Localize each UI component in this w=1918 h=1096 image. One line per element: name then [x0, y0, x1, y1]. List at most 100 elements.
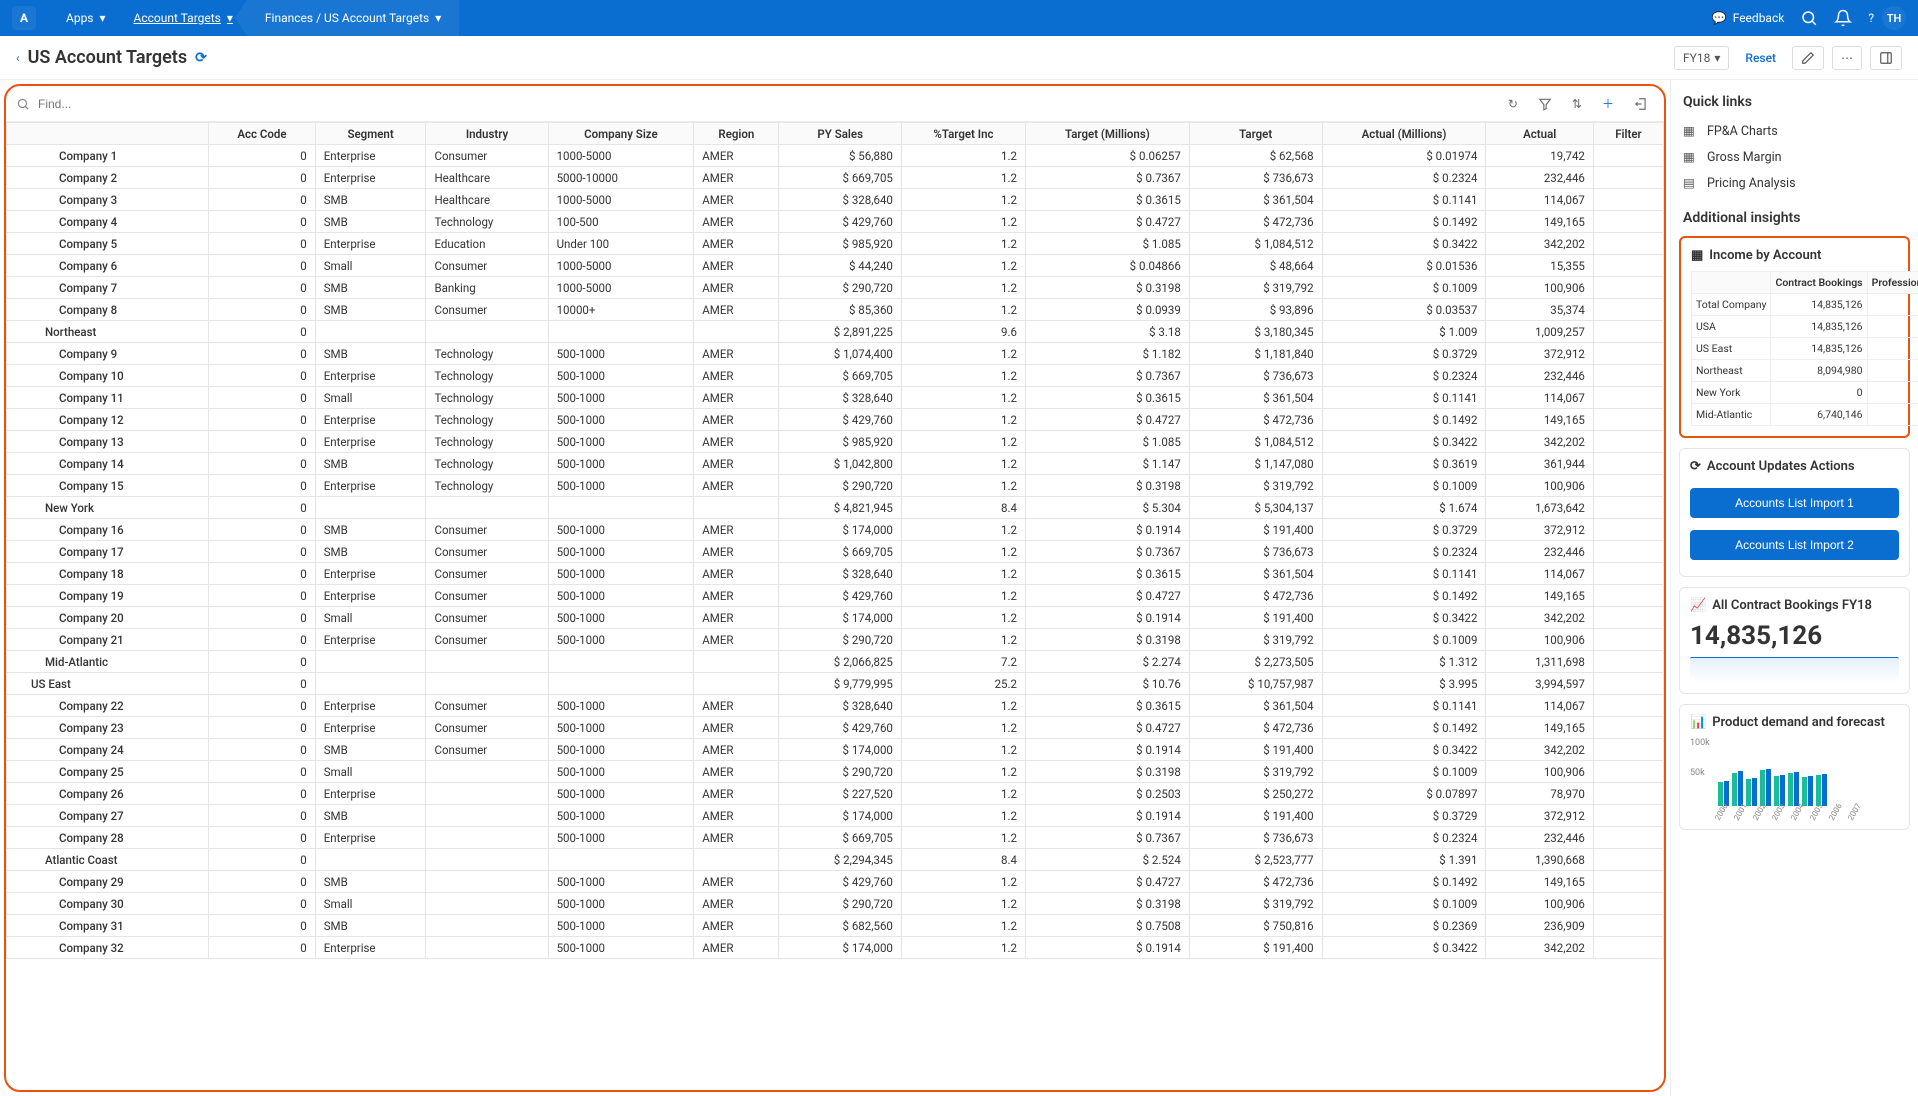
table-row[interactable]: Company 150EnterpriseTechnology500-1000A…	[7, 475, 1664, 497]
income-table[interactable]: Contract BookingsProfessional ServicesTo…	[1691, 271, 1918, 426]
table-row[interactable]: Company 210EnterpriseConsumer500-1000AME…	[7, 629, 1664, 651]
chat-icon: 💬	[1712, 11, 1727, 25]
link-icon: ▦	[1683, 123, 1699, 139]
income-row[interactable]: Northeast8,094,98018,750,768	[1692, 360, 1918, 382]
table-row[interactable]: Company 70SMBBanking1000-5000AMER$ 290,7…	[7, 277, 1664, 299]
more-button[interactable]: ⋯	[1832, 46, 1862, 70]
panel-toggle-button[interactable]	[1870, 46, 1902, 70]
table-row[interactable]: Mid-Atlantic0$ 2,066,8257.2$ 2.274$ 2,27…	[7, 651, 1664, 673]
table-row[interactable]: Company 60SmallConsumer1000-5000AMER$ 44…	[7, 255, 1664, 277]
table-row[interactable]: Atlantic Coast0$ 2,294,3458.4$ 2.524$ 2,…	[7, 849, 1664, 871]
app-logo[interactable]: A	[12, 6, 36, 30]
table-row[interactable]: Company 240SMBConsumer500-1000AMER$ 174,…	[7, 739, 1664, 761]
column-header[interactable]: Target (Millions)	[1026, 123, 1190, 145]
help-icon[interactable]: ?	[1868, 11, 1874, 25]
table-row[interactable]: Company 170SMBConsumer500-1000AMER$ 669,…	[7, 541, 1664, 563]
table-row[interactable]: Company 130EnterpriseTechnology500-1000A…	[7, 431, 1664, 453]
table-row[interactable]: Company 280Enterprise500-1000AMER$ 669,7…	[7, 827, 1664, 849]
nav-apps[interactable]: Apps ▾	[52, 0, 120, 36]
table-row[interactable]: Company 310SMB500-1000AMER$ 682,5601.2$ …	[7, 915, 1664, 937]
column-header[interactable]: Industry	[426, 123, 548, 145]
column-header[interactable]: Filter	[1593, 123, 1663, 145]
table-row[interactable]: Company 110SmallTechnology500-1000AMER$ …	[7, 387, 1664, 409]
income-row[interactable]: New York00	[1692, 382, 1918, 404]
search-icon[interactable]	[1800, 9, 1818, 27]
sidebar-icon	[1879, 51, 1893, 65]
table-row[interactable]: Company 320Enterprise500-1000AMER$ 174,0…	[7, 937, 1664, 959]
column-header[interactable]: Actual	[1486, 123, 1593, 145]
income-row[interactable]: US East14,835,12636,216,714	[1692, 338, 1918, 360]
additional-insights-title: Additional insights	[1677, 210, 1912, 226]
breadcrumb-label: Finances / US Account Targets	[265, 11, 429, 25]
column-header[interactable]: Actual (Millions)	[1322, 123, 1486, 145]
add-icon[interactable]: ＋	[1596, 95, 1620, 112]
contract-bookings-card: 📈 All Contract Bookings FY18 14,835,126	[1679, 587, 1910, 694]
table-row[interactable]: New York0$ 4,821,9458.4$ 5.304$ 5,304,13…	[7, 497, 1664, 519]
back-button[interactable]: ‹	[16, 51, 20, 65]
table-row[interactable]: Company 120EnterpriseTechnology500-1000A…	[7, 409, 1664, 431]
table-row[interactable]: Company 20EnterpriseHealthcare5000-10000…	[7, 167, 1664, 189]
data-grid[interactable]: Acc CodeSegmentIndustryCompany SizeRegio…	[6, 122, 1664, 1090]
income-row[interactable]: Mid-Atlantic6,740,14617,465,946	[1692, 404, 1918, 426]
table-row[interactable]: Company 250Small500-1000AMER$ 290,7201.2…	[7, 761, 1664, 783]
table-row[interactable]: Company 80SMBConsumer10000+AMER$ 85,3601…	[7, 299, 1664, 321]
column-header[interactable]: PY Sales	[779, 123, 901, 145]
sort-icon[interactable]: ⇅	[1566, 97, 1588, 111]
breadcrumb[interactable]: Finances / US Account Targets ▾	[247, 0, 459, 36]
product-demand-card: 📊 Product demand and forecast 100k 50k 2…	[1679, 704, 1910, 830]
table-row[interactable]: Company 270SMB500-1000AMER$ 174,0001.2$ …	[7, 805, 1664, 827]
avatar[interactable]: TH	[1882, 6, 1906, 30]
table-row[interactable]: Company 190EnterpriseConsumer500-1000AME…	[7, 585, 1664, 607]
income-row[interactable]: Total Company14,835,12636,216,714	[1692, 294, 1918, 316]
column-header[interactable]	[7, 123, 209, 145]
table-row[interactable]: Company 30SMBHealthcare1000-5000AMER$ 32…	[7, 189, 1664, 211]
filter-icon[interactable]	[1532, 97, 1558, 111]
grid-icon: ▦	[1691, 248, 1703, 263]
column-header[interactable]: Company Size	[548, 123, 694, 145]
table-row[interactable]: Northeast0$ 2,891,2259.6$ 3.18$ 3,180,34…	[7, 321, 1664, 343]
income-row[interactable]: USA14,835,12636,216,714	[1692, 316, 1918, 338]
column-header[interactable]: Segment	[315, 123, 426, 145]
fy-selector[interactable]: FY18 ▾	[1674, 46, 1729, 70]
quick-link[interactable]: ▤Pricing Analysis	[1677, 170, 1912, 196]
quick-link[interactable]: ▦Gross Margin	[1677, 144, 1912, 170]
column-header[interactable]: Region	[694, 123, 779, 145]
bookings-value: 14,835,126	[1690, 621, 1899, 651]
nav-account-targets[interactable]: Account Targets ▾	[120, 0, 247, 36]
table-row[interactable]: Company 140SMBTechnology500-1000AMER$ 1,…	[7, 453, 1664, 475]
table-row[interactable]: Company 50EnterpriseEducationUnder 100AM…	[7, 233, 1664, 255]
refresh-icon[interactable]: ⟳	[195, 50, 207, 66]
bell-icon[interactable]	[1834, 9, 1852, 27]
table-row[interactable]: Company 100EnterpriseTechnology500-1000A…	[7, 365, 1664, 387]
table-row[interactable]: Company 220EnterpriseConsumer500-1000AME…	[7, 695, 1664, 717]
table-row[interactable]: Company 260Enterprise500-1000AMER$ 227,5…	[7, 783, 1664, 805]
table-row[interactable]: Company 230EnterpriseConsumer500-1000AME…	[7, 717, 1664, 739]
table-row[interactable]: Company 10EnterpriseConsumer1000-5000AME…	[7, 145, 1664, 167]
table-row[interactable]: US East0$ 9,779,99525.2$ 10.76$ 10,757,9…	[7, 673, 1664, 695]
column-header[interactable]: Acc Code	[209, 123, 316, 145]
action-button[interactable]: Accounts List Import 1	[1690, 488, 1899, 518]
history-icon[interactable]: ↻	[1502, 97, 1524, 111]
table-row[interactable]: Company 180EnterpriseConsumer500-1000AME…	[7, 563, 1664, 585]
quick-link[interactable]: ▦FP&A Charts	[1677, 118, 1912, 144]
main-grid-region: ↻ ⇅ ＋ Acc CodeSegmentIndustryCompany Siz…	[4, 84, 1666, 1092]
title-bar: ‹ US Account Targets ⟳ FY18 ▾ Reset ⋯	[0, 36, 1918, 80]
page-title: US Account Targets ⟳	[28, 47, 207, 68]
table-row[interactable]: Company 40SMBTechnology100-500AMER$ 429,…	[7, 211, 1664, 233]
reset-button[interactable]: Reset	[1737, 47, 1784, 69]
table-row[interactable]: Company 90SMBTechnology500-1000AMER$ 1,0…	[7, 343, 1664, 365]
export-icon[interactable]	[1628, 97, 1654, 111]
column-header[interactable]: Target	[1189, 123, 1322, 145]
table-row[interactable]: Company 300Small500-1000AMER$ 290,7201.2…	[7, 893, 1664, 915]
table-row[interactable]: Company 200SmallConsumer500-1000AMER$ 17…	[7, 607, 1664, 629]
find-input[interactable]	[38, 97, 1494, 111]
refresh-icon: ⟳	[1690, 459, 1701, 474]
line-chart-icon: 📈	[1690, 598, 1706, 613]
table-row[interactable]: Company 290SMB500-1000AMER$ 429,7601.2$ …	[7, 871, 1664, 893]
chart-y-axis: 100k 50k	[1690, 738, 1710, 819]
edit-button[interactable]	[1792, 46, 1824, 70]
action-button[interactable]: Accounts List Import 2	[1690, 530, 1899, 560]
column-header[interactable]: %Target Inc	[901, 123, 1025, 145]
feedback-button[interactable]: 💬 Feedback	[1712, 11, 1785, 25]
table-row[interactable]: Company 160SMBConsumer500-1000AMER$ 174,…	[7, 519, 1664, 541]
